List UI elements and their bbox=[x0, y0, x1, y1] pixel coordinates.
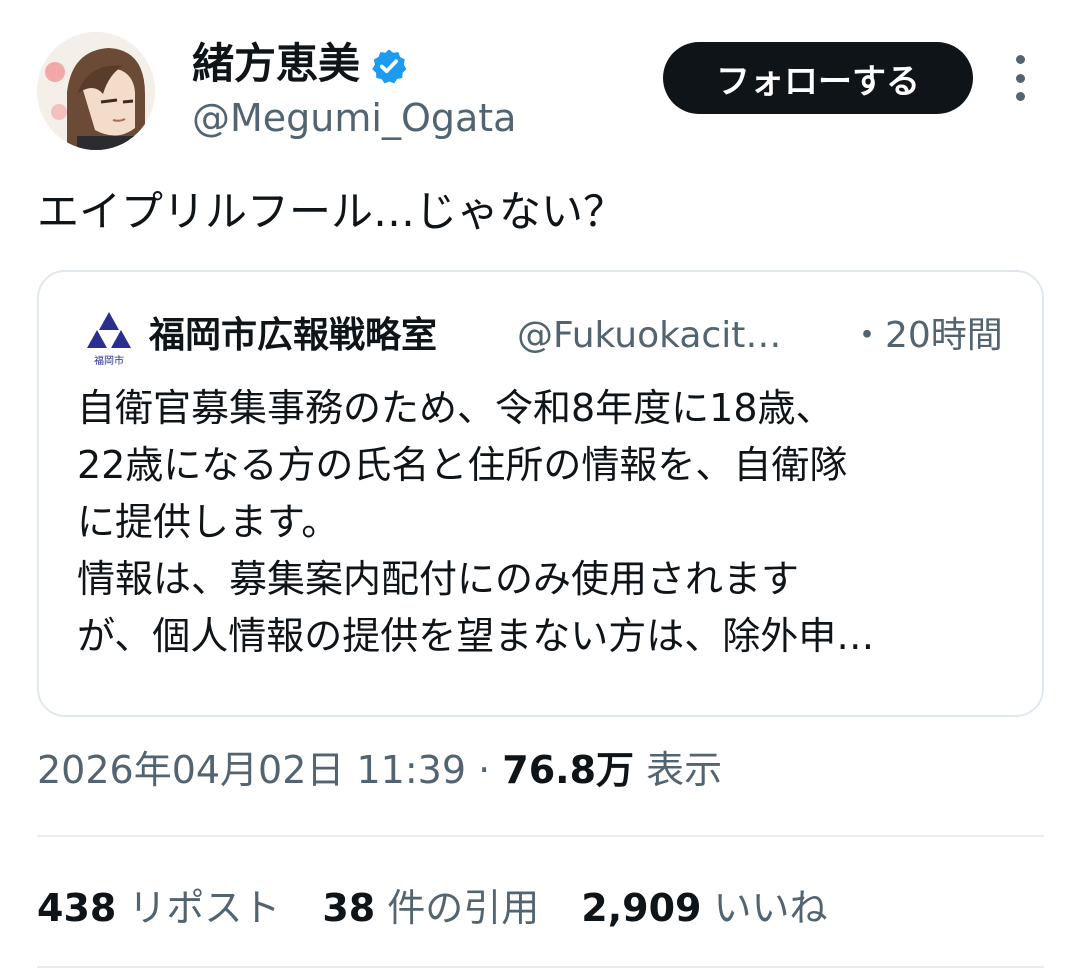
divider bbox=[37, 966, 1044, 968]
quote-author-handle: @Fukuokacit… bbox=[517, 315, 782, 356]
tweet-timestamp[interactable]: 2026年04月02日 11:39 bbox=[37, 748, 466, 792]
quote-line: が、個人情報の提供を望まない方は、除外申… bbox=[77, 614, 875, 658]
author-handle[interactable]: @Megumi_Ogata bbox=[192, 94, 516, 142]
quote-body: 自衛官募集事務のため、令和8年度に18歳、 22歳になる方の氏名と住所の情報を、… bbox=[77, 380, 1012, 665]
logo-caption: 福岡市 bbox=[94, 354, 124, 367]
follow-button[interactable]: フォローする bbox=[663, 42, 973, 114]
quote-line: 自衛官募集事務のため、令和8年度に18歳、 bbox=[77, 386, 834, 430]
quotes-count: 38 bbox=[322, 886, 376, 930]
fukuoka-city-emblem-icon: 福岡市 bbox=[81, 308, 137, 368]
verified-badge-icon bbox=[370, 45, 408, 84]
author-name-text: 緒方恵美 bbox=[192, 39, 361, 88]
quoted-tweet-card[interactable]: 福岡市 福岡市広報戦略室 @Fukuokacit… ・20時間 自衛官募集事務の… bbox=[37, 270, 1044, 717]
tweet-page: 緒方恵美 @Megumi_Ogata フォローする エイプリルフール…じゃない？… bbox=[0, 0, 1080, 972]
reposts-stat[interactable]: 438 リポスト bbox=[37, 880, 280, 936]
meta-separator: · bbox=[478, 748, 491, 792]
likes-stat[interactable]: 2,909 いいね bbox=[581, 880, 827, 936]
divider bbox=[37, 835, 1044, 837]
avatar[interactable] bbox=[37, 32, 155, 150]
quote-line: 情報は、募集案内配付にのみ使用されます bbox=[77, 557, 800, 601]
tweet-stats: 438 リポスト 38 件の引用 2,909 いいね bbox=[37, 880, 827, 936]
quotes-label: 件の引用 bbox=[387, 886, 540, 930]
views-label: 表示 bbox=[646, 748, 723, 792]
quote-line: に提供します。 bbox=[77, 500, 340, 544]
quote-timestamp: ・20時間 bbox=[849, 315, 1003, 356]
likes-count: 2,909 bbox=[581, 886, 702, 930]
author-name[interactable]: 緒方恵美 bbox=[192, 38, 408, 90]
quotes-stat[interactable]: 38 件の引用 bbox=[322, 880, 539, 936]
likes-label: いいね bbox=[713, 886, 828, 930]
reposts-count: 438 bbox=[37, 886, 117, 930]
more-vertical-icon[interactable] bbox=[1004, 55, 1036, 101]
tweet-meta: 2026年04月02日 11:39 · 76.8万 表示 bbox=[37, 744, 722, 796]
tweet-text: エイプリルフール…じゃない？ bbox=[37, 187, 626, 236]
reposts-label: リポスト bbox=[128, 886, 281, 930]
quote-author-name: 福岡市広報戦略室 bbox=[149, 315, 438, 356]
views-count: 76.8万 bbox=[502, 748, 635, 792]
quote-line: 22歳になる方の氏名と住所の情報を、自衛隊 bbox=[77, 443, 848, 487]
